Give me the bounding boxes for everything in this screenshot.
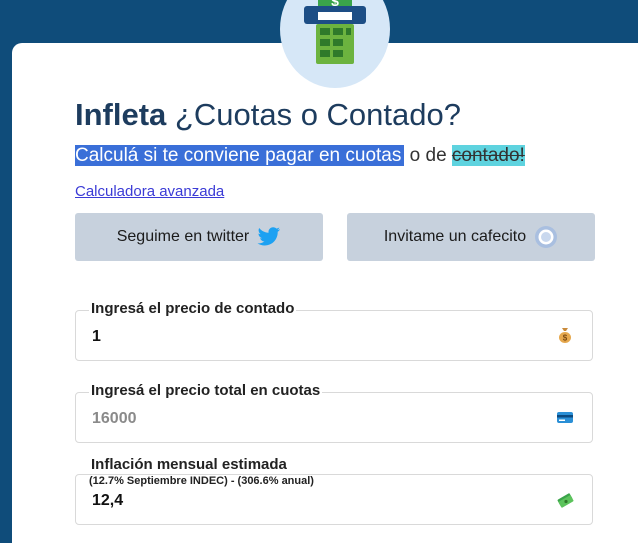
svg-text:$: $ <box>563 334 568 343</box>
twitter-icon <box>257 227 281 246</box>
page-subtitle: Calculá si te conviene pagar en cuotas o… <box>75 144 525 168</box>
page-title: Infleta ¿Cuotas o Contado? <box>75 97 461 133</box>
money-bag-icon: $ <box>559 328 571 343</box>
cash-price-label: Ingresá el precio de contado <box>89 300 297 317</box>
money-stack-icon <box>557 493 574 508</box>
title-question: ¿Cuotas o Contado? <box>174 97 461 132</box>
cash-price-input[interactable] <box>92 325 532 349</box>
cafecito-button[interactable]: Invitame un cafecito <box>347 213 595 261</box>
installments-total-label: Ingresá el precio total en cuotas <box>89 382 323 399</box>
installments-total-field <box>75 392 593 443</box>
inflation-sublabel: (12.7% Septiembre INDEC) - (306.6% anual… <box>89 475 314 487</box>
brand-name: Infleta <box>75 97 167 132</box>
inflation-label: Inflación mensual estimada <box>89 456 289 473</box>
subtitle-mid: o de <box>404 145 452 166</box>
cafecito-button-label: Invitame un cafecito <box>383 228 527 245</box>
subtitle-highlight: Calculá si te conviene pagar en cuotas <box>75 145 405 166</box>
twitter-button-label: Seguime en twitter <box>116 228 250 245</box>
twitter-button[interactable]: Seguime en twitter <box>75 213 323 261</box>
installments-total-input[interactable] <box>92 407 532 431</box>
advanced-calculator-link[interactable]: Calculadora avanzada <box>75 183 224 200</box>
credit-card-icon <box>557 412 573 423</box>
cash-price-field: $ <box>75 310 593 361</box>
coffee-cup-icon <box>535 226 558 248</box>
cash-register-icon: $ <box>304 0 366 64</box>
inflation-input[interactable] <box>92 489 532 513</box>
subtitle-end: contado! <box>451 145 525 166</box>
